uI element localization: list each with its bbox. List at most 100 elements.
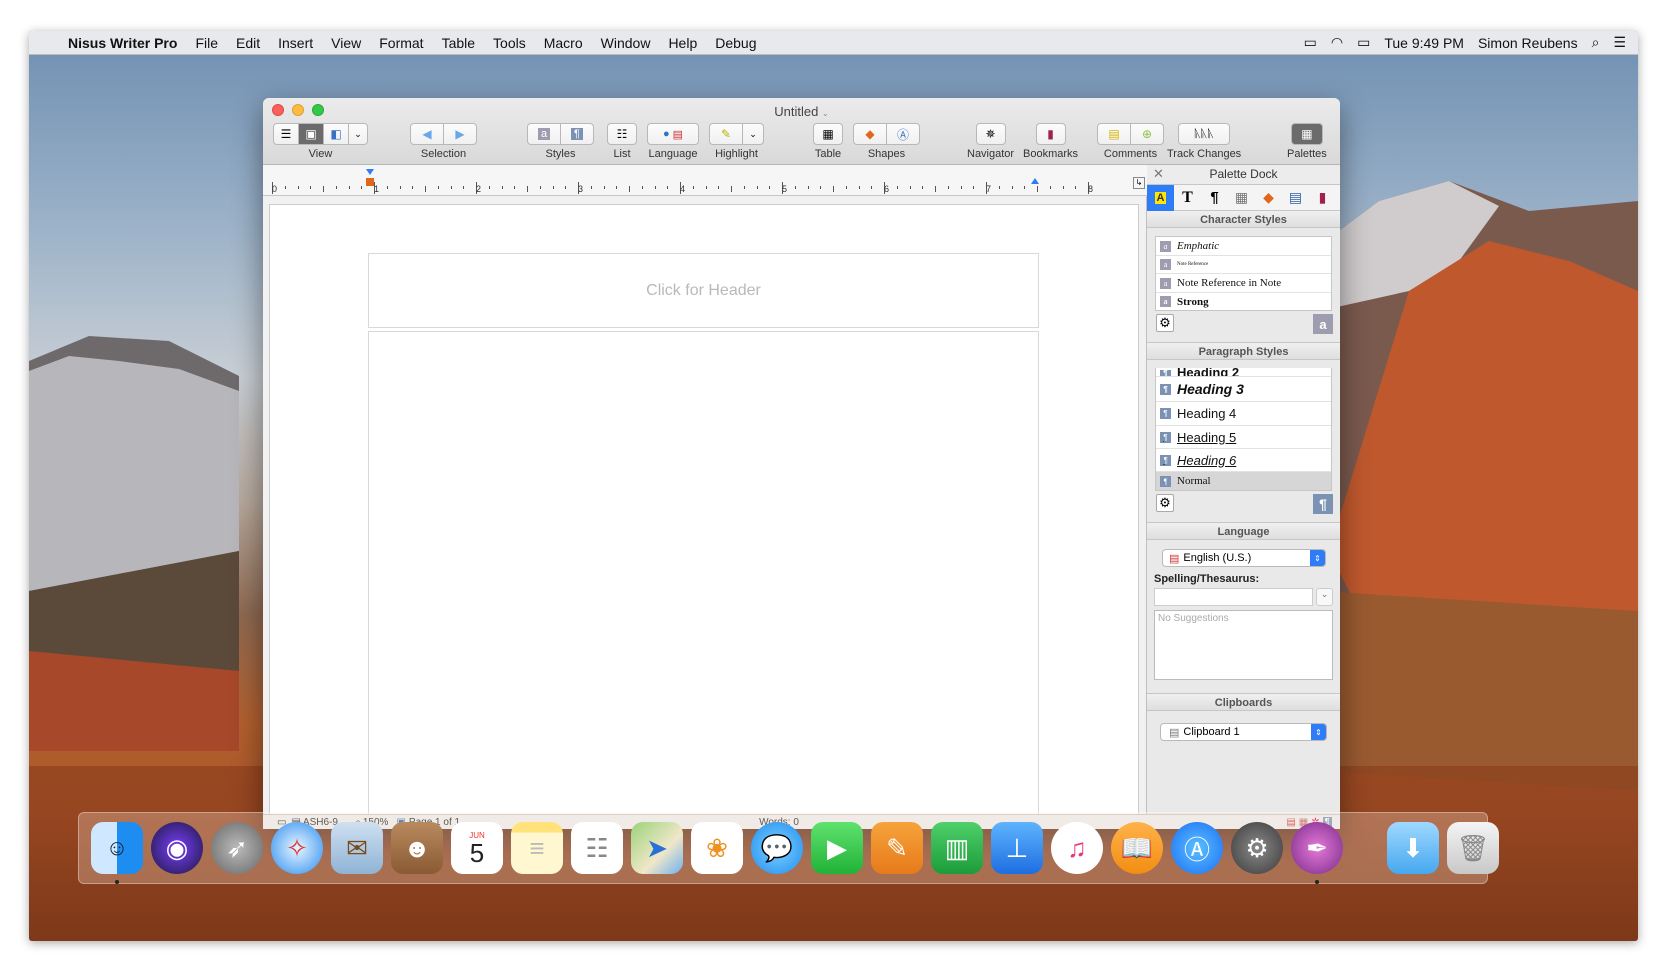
- menu-window[interactable]: Window: [592, 35, 660, 51]
- window-title[interactable]: Untitled ⌄: [263, 104, 1340, 119]
- siri-icon[interactable]: ◉: [151, 822, 203, 874]
- table-icon[interactable]: ▦: [813, 123, 843, 145]
- right-indent-marker-icon[interactable]: [1031, 178, 1039, 184]
- palette-tab-paragraph-icon[interactable]: ¶: [1201, 185, 1228, 210]
- menu-macro[interactable]: Macro: [535, 35, 592, 51]
- shapes-icon[interactable]: ◆: [853, 123, 887, 145]
- track-changes-icon[interactable]: ᚣᚣᚣ: [1178, 123, 1231, 145]
- tab-type-icon[interactable]: ↳: [1133, 177, 1145, 189]
- highlight-menu-chevron-icon[interactable]: ⌄: [742, 123, 764, 145]
- maps-icon[interactable]: ➤: [631, 822, 683, 874]
- character-styles-heading[interactable]: Character Styles: [1147, 210, 1340, 228]
- facetime-icon[interactable]: ▶: [811, 822, 863, 874]
- palette-tab-document-icon[interactable]: ▤: [1282, 185, 1309, 210]
- wifi-icon[interactable]: ◠: [1331, 34, 1343, 51]
- clipboard-select[interactable]: ▤ Clipboard 1 ⇕: [1160, 723, 1327, 741]
- ruler[interactable]: ↳ 0 1 2 3 4 5 6 7 8: [263, 165, 1147, 196]
- text-box-icon[interactable]: Ⓐ: [886, 123, 920, 145]
- clipboards-heading[interactable]: Clipboards: [1147, 693, 1340, 711]
- language-flag-icon[interactable]: ● ▤: [647, 123, 699, 145]
- palette-close-icon[interactable]: ✕: [1153, 166, 1164, 182]
- contacts-icon[interactable]: ☻: [391, 822, 443, 874]
- sidebar-toggle-icon[interactable]: ☰: [273, 123, 299, 145]
- draft-view-icon[interactable]: ◧: [323, 123, 349, 145]
- list-icon[interactable]: ☷: [607, 123, 637, 145]
- selection-forward-icon[interactable]: ▶: [443, 123, 477, 145]
- numbers-icon[interactable]: ▥: [931, 822, 983, 874]
- comments-icon[interactable]: ▤: [1097, 123, 1131, 145]
- reminders-icon[interactable]: ☷: [571, 822, 623, 874]
- list-item[interactable]: a Emphatic: [1156, 237, 1331, 256]
- menu-file[interactable]: File: [186, 35, 227, 51]
- palette-tab-shapes-icon[interactable]: ◆: [1255, 185, 1282, 210]
- menu-app-name[interactable]: Nisus Writer Pro: [59, 35, 186, 51]
- add-comment-icon[interactable]: ⊕: [1130, 123, 1164, 145]
- language-select[interactable]: ▤ English (U.S.) ⇕: [1162, 549, 1326, 567]
- pages-icon[interactable]: ✎: [871, 822, 923, 874]
- calendar-icon[interactable]: JUN 5: [451, 822, 503, 874]
- left-indent-marker-icon[interactable]: [366, 178, 374, 186]
- language-heading[interactable]: Language: [1147, 522, 1340, 540]
- palette-tab-table-icon[interactable]: ▦: [1228, 185, 1255, 210]
- palette-tab-character-icon[interactable]: A: [1147, 185, 1174, 211]
- bookmark-icon[interactable]: ▮: [1035, 123, 1066, 145]
- suggestions-box[interactable]: No Suggestions: [1154, 610, 1333, 680]
- page[interactable]: Click for Header: [269, 204, 1139, 829]
- menu-edit[interactable]: Edit: [227, 35, 269, 51]
- view-menu-chevron-icon[interactable]: ⌄: [348, 123, 368, 145]
- list-item[interactable]: ¶ Heading 4: [1156, 402, 1331, 426]
- menu-insert[interactable]: Insert: [269, 35, 322, 51]
- menu-debug[interactable]: Debug: [706, 35, 765, 51]
- menu-help[interactable]: Help: [659, 35, 706, 51]
- battery-icon[interactable]: ▭: [1357, 34, 1370, 51]
- itunes-icon[interactable]: ♫: [1051, 822, 1103, 874]
- menu-format[interactable]: Format: [370, 35, 432, 51]
- header-placeholder[interactable]: Click for Header: [368, 253, 1039, 328]
- spotlight-icon[interactable]: ⌕: [1592, 34, 1600, 51]
- notification-center-icon[interactable]: ☰: [1613, 34, 1626, 51]
- list-item[interactable]: ¶ Heading 3: [1156, 377, 1331, 402]
- document-body[interactable]: [368, 331, 1039, 829]
- app-store-icon[interactable]: Ⓐ: [1171, 822, 1223, 874]
- keynote-icon[interactable]: ⊥: [991, 822, 1043, 874]
- first-indent-marker-icon[interactable]: [366, 169, 374, 175]
- photos-icon[interactable]: ❀: [691, 822, 743, 874]
- ibooks-icon[interactable]: 📖: [1111, 822, 1163, 874]
- spelling-chevron-icon[interactable]: ⌄: [1316, 588, 1333, 606]
- page-view-icon[interactable]: ▣: [298, 123, 324, 145]
- palettes-icon[interactable]: ▦: [1290, 123, 1323, 145]
- spelling-field[interactable]: [1154, 588, 1313, 606]
- palette-tab-text-icon[interactable]: T: [1174, 185, 1201, 210]
- navigator-wheel-icon[interactable]: ✵: [975, 123, 1006, 145]
- menubar-user[interactable]: Simon Reubens: [1478, 35, 1578, 51]
- selection-back-icon[interactable]: ◀: [410, 123, 444, 145]
- notes-icon[interactable]: ≡: [511, 822, 563, 874]
- menubar-clock[interactable]: Tue 9:49 PM: [1384, 35, 1464, 51]
- paragraph-styles-gear-icon[interactable]: ⚙: [1156, 494, 1174, 512]
- downloads-folder-icon[interactable]: ⬇: [1387, 822, 1439, 874]
- character-styles-gear-icon[interactable]: ⚙: [1156, 314, 1174, 332]
- list-item[interactable]: ¶ Normal: [1156, 472, 1331, 490]
- system-preferences-icon[interactable]: ⚙: [1231, 822, 1283, 874]
- character-style-icon[interactable]: a: [527, 123, 561, 145]
- paragraph-style-icon[interactable]: ¶: [560, 123, 594, 145]
- list-item[interactable]: a Note Reference: [1156, 256, 1331, 274]
- menu-table[interactable]: Table: [433, 35, 484, 51]
- finder-icon[interactable]: ☺: [91, 822, 143, 884]
- list-item[interactable]: a Strong: [1156, 293, 1331, 310]
- airplay-icon[interactable]: ▭: [1304, 34, 1317, 51]
- menu-view[interactable]: View: [322, 35, 370, 51]
- list-item[interactable]: ¶ Heading 2: [1156, 368, 1331, 377]
- new-character-style-icon[interactable]: a: [1313, 314, 1333, 334]
- trash-icon[interactable]: 🗑: [1447, 822, 1499, 874]
- highlighter-icon[interactable]: ✎: [709, 123, 743, 145]
- mail-icon[interactable]: ✉: [331, 822, 383, 874]
- new-paragraph-style-icon[interactable]: ¶: [1313, 494, 1333, 514]
- launchpad-icon[interactable]: ➶: [211, 822, 263, 874]
- nisus-writer-pro-icon[interactable]: ✒: [1291, 822, 1343, 884]
- safari-icon[interactable]: ✧: [271, 822, 323, 874]
- menu-tools[interactable]: Tools: [484, 35, 535, 51]
- palette-tab-bookmarks-icon[interactable]: ▮: [1309, 185, 1336, 210]
- list-item[interactable]: ¶ Heading 6: [1156, 449, 1331, 472]
- document-area[interactable]: Click for Header: [263, 196, 1147, 829]
